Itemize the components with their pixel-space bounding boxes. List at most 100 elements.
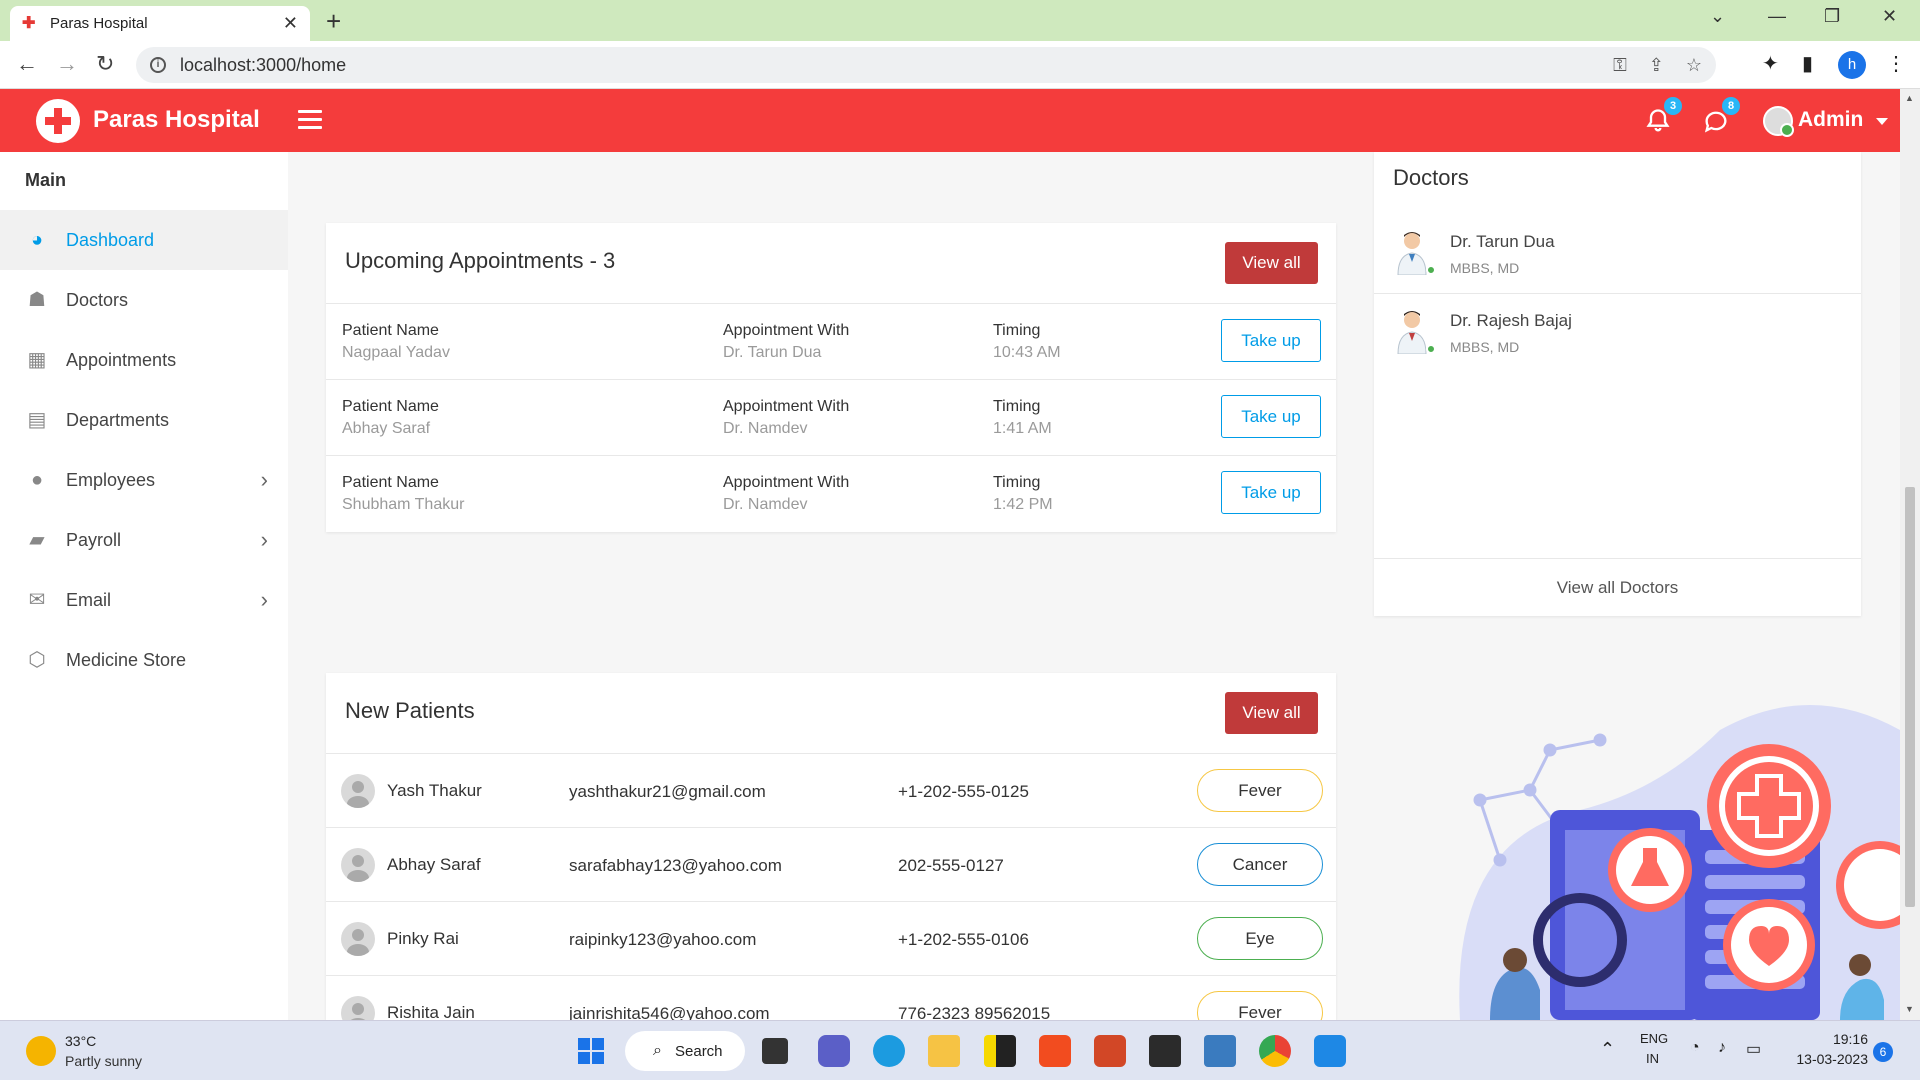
doctor-name: Dr. Namdev [723,496,808,513]
take-up-button[interactable]: Take up [1221,319,1321,362]
appointment-time: 10:43 AM [993,344,1061,361]
volume-icon[interactable]: ♪ [1718,1039,1726,1057]
sidebar-item-payroll[interactable]: ▰ Payroll › [0,510,288,570]
scrollbar-thumb[interactable] [1905,487,1915,907]
site-info-icon[interactable]: i [150,57,166,73]
windows-start-icon[interactable] [575,1035,607,1067]
appointments-view-all-button[interactable]: View all [1225,242,1318,284]
hospital-favicon-icon: ✚ [22,14,36,32]
patient-avatar [341,996,375,1020]
weather-description[interactable]: Partly sunny [65,1053,142,1069]
taskbar-search[interactable]: ⌕ Search [625,1031,745,1071]
edge-browser-icon[interactable] [873,1035,905,1067]
browser-menu-icon[interactable]: ⋮ [1886,51,1906,76]
patient-email: sarafabhay123@yahoo.com [569,856,782,875]
maximize-icon[interactable]: ❐ [1824,6,1840,27]
table-row[interactable]: Yash Thakur yashthakur21@gmail.com +1-20… [326,753,1336,827]
patients-view-all-button[interactable]: View all [1225,692,1318,734]
sidebar-item-departments[interactable]: ▤ Departments [0,390,288,450]
view-all-doctors-link[interactable]: View all Doctors [1374,558,1861,616]
sidebar-item-medicine-store[interactable]: ⬡ Medicine Store [0,630,288,690]
appointment-with-label: Appointment With [723,322,850,339]
sidebar-item-label: Medicine Store [66,649,187,670]
notification-center-badge[interactable]: 6 [1873,1042,1893,1062]
messages-button[interactable]: 8 [1702,97,1740,135]
clock-date: 13-03-2023 [1796,1051,1868,1067]
profile-avatar[interactable]: h [1838,51,1866,79]
forward-icon[interactable]: → [56,51,78,77]
extensions-icon[interactable]: ✦ [1762,51,1779,76]
user-icon: ● [30,469,44,491]
chrome-browser-icon[interactable] [1259,1035,1291,1067]
condition-badge[interactable]: Fever [1197,991,1323,1020]
wifi-icon[interactable]: ◔ [1690,1039,1700,1057]
reload-icon[interactable]: ↻ [96,51,114,77]
caret-down-icon[interactable] [1876,118,1888,125]
book-icon: ▰ [29,529,45,551]
patient-avatar [341,848,375,882]
chevron-right-icon: › [260,527,268,552]
doctor-list-item[interactable]: Dr. Tarun Dua MBBS, MD [1374,215,1861,294]
brand-name[interactable]: Paras Hospital [93,106,260,134]
close-tab-icon[interactable]: ✕ [283,13,298,34]
patient-name: Nagpaal Yadav [342,344,450,361]
condition-badge[interactable]: Cancer [1197,843,1323,886]
take-up-button[interactable]: Take up [1221,395,1321,438]
hospital-logo-icon[interactable] [36,99,80,143]
side-panel-icon[interactable]: ▮ [1802,51,1813,76]
envelope-icon: ✉ [28,589,46,611]
remote-desktop-icon[interactable] [1204,1035,1236,1067]
close-window-icon[interactable]: ✕ [1882,6,1897,27]
table-row[interactable]: Rishita Jain jainrishita546@yahoo.com 77… [326,975,1336,1020]
user-avatar[interactable] [1763,106,1794,137]
sidebar-item-doctors[interactable]: ☗ Doctors [0,270,288,330]
language-line-1[interactable]: ENG [1640,1031,1668,1046]
sidebar-item-email[interactable]: ✉ Email › [0,570,288,630]
scroll-up-icon[interactable]: ▲ [1905,93,1914,103]
battery-icon[interactable]: ▭ [1746,1039,1761,1059]
weather-temperature[interactable]: 33°C [65,1033,96,1049]
sidebar-item-appointments[interactable]: ▦ Appointments [0,330,288,390]
sticky-notes-icon[interactable] [984,1035,1016,1067]
key-icon[interactable]: ⚿ [1613,55,1627,76]
system-clock[interactable]: 19:16 13-03-2023 [1770,1031,1868,1067]
tab-search-icon[interactable]: ⌄ [1710,6,1725,27]
browser-toolbar: ← → ↻ i localhost:3000/home ⚿ ⇪ ☆ ✦ ▮ h … [0,41,1920,89]
brave-browser-icon[interactable] [1039,1035,1071,1067]
table-row: Patient Name Nagpaal Yadav Appointment W… [326,303,1336,379]
table-row[interactable]: Abhay Saraf sarafabhay123@yahoo.com 202-… [326,827,1336,901]
doctor-list-item[interactable]: Dr. Rajesh Bajaj MBBS, MD [1374,294,1861,373]
condition-badge[interactable]: Fever [1197,769,1323,812]
browser-tab[interactable]: ✚ Paras Hospital ✕ [10,6,310,41]
take-up-button[interactable]: Take up [1221,471,1321,514]
share-icon[interactable]: ⇪ [1649,55,1664,76]
language-line-2[interactable]: IN [1646,1051,1659,1066]
menu-toggle-icon[interactable] [298,110,322,130]
bookmark-star-icon[interactable]: ☆ [1686,55,1702,76]
dashboard-icon: ◕ [30,229,44,251]
powerpoint-icon[interactable] [1094,1035,1126,1067]
minimize-icon[interactable]: — [1768,6,1786,27]
terminal-icon[interactable] [1149,1035,1181,1067]
back-icon[interactable]: ← [16,51,38,77]
teams-chat-icon[interactable] [818,1035,850,1067]
address-bar[interactable]: i localhost:3000/home ⚿ ⇪ ☆ [136,47,1716,83]
scroll-down-icon[interactable]: ▼ [1905,1004,1914,1014]
weather-sun-icon[interactable] [26,1036,56,1066]
patient-email: yashthakur21@gmail.com [569,782,766,801]
sidebar-item-dashboard[interactable]: ◕ Dashboard [0,210,288,270]
vscode-icon[interactable] [1314,1035,1346,1067]
chevron-right-icon: › [260,467,268,492]
task-view-icon[interactable] [762,1038,788,1064]
notifications-button[interactable]: 3 [1644,97,1682,135]
new-tab-icon[interactable]: + [326,6,341,37]
user-menu-label[interactable]: Admin [1798,108,1863,132]
file-explorer-icon[interactable] [928,1035,960,1067]
patient-name-label: Patient Name [342,474,439,491]
show-hidden-icons-icon[interactable]: ⌃ [1600,1039,1615,1060]
condition-badge[interactable]: Eye [1197,917,1323,960]
page-scrollbar[interactable]: ▲ ▼ [1900,89,1920,1020]
search-icon: ⌕ [653,1042,662,1059]
table-row[interactable]: Pinky Rai raipinky123@yahoo.com +1-202-5… [326,901,1336,975]
sidebar-item-employees[interactable]: ● Employees › [0,450,288,510]
